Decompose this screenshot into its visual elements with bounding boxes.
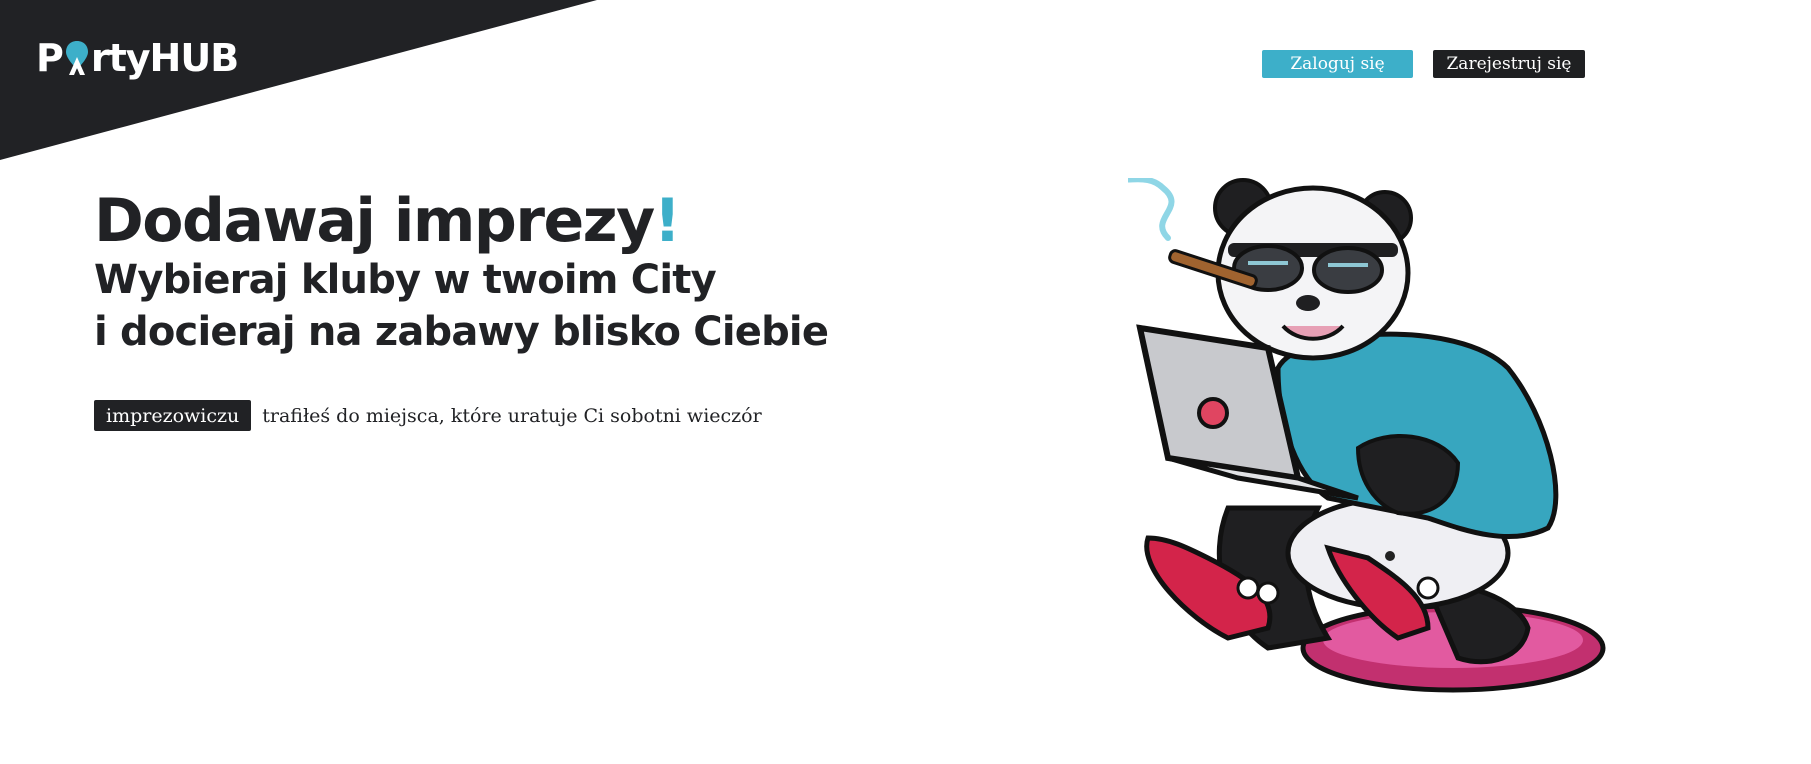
hero-title-exclamation: ! (653, 186, 681, 256)
hero-subtitle-line-1: Wybieraj kluby w twoim City (94, 257, 717, 303)
register-button[interactable]: Zarejestruj się (1433, 50, 1585, 78)
panda-with-laptop-illustration (1128, 178, 1606, 693)
logo-text-start: P (36, 36, 64, 80)
header-corner-shape (0, 0, 597, 160)
tagline: imprezowiczu trafiłeś do miejsca, które … (94, 400, 762, 431)
hero-title: Dodawaj imprezy! (94, 188, 828, 254)
hero-title-text: Dodawaj imprezy (94, 186, 655, 256)
location-pin-icon (65, 41, 88, 75)
tagline-text: trafiłeś do miejsca, które uratuje Ci so… (262, 404, 762, 427)
logo-text-end: rtyHUB (90, 36, 239, 80)
hero-subtitle-line-2: i docieraj na zabawy blisko Ciebie (94, 309, 829, 355)
partyhub-logo[interactable]: P rtyHUB (36, 36, 239, 80)
hero-heading: Dodawaj imprezy! Wybieraj kluby w twoim … (94, 188, 829, 358)
tagline-badge: imprezowiczu (94, 400, 252, 431)
login-button[interactable]: Zaloguj się (1262, 50, 1413, 78)
